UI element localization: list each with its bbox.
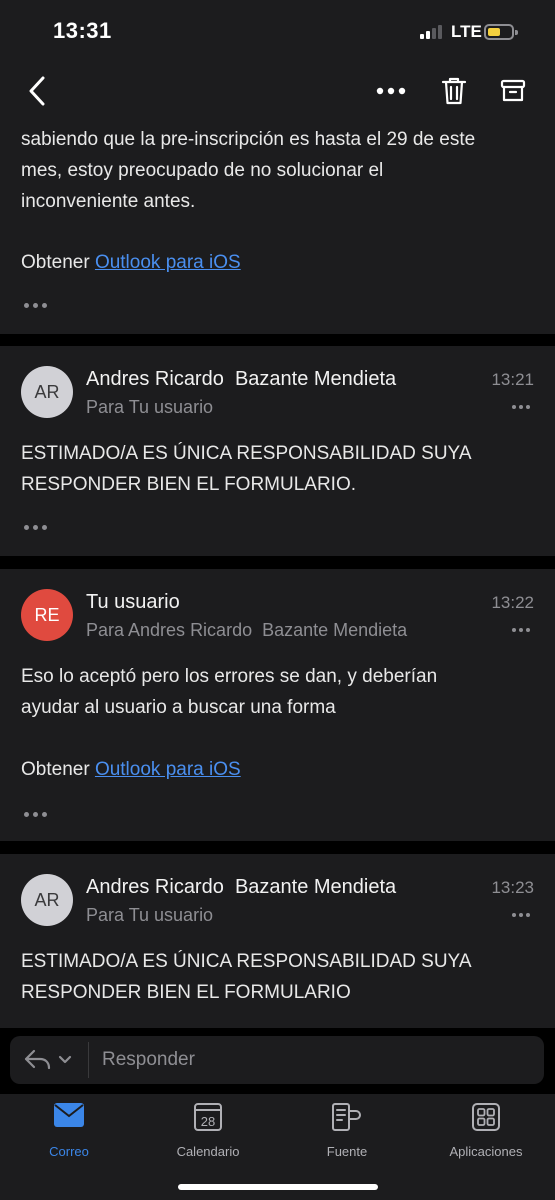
body-line: ESTIMADO/A ES ÚNICA RESPONSABILIDAD SUYA — [21, 443, 472, 464]
body-line: ayudar al usuario a buscar una forma — [21, 697, 336, 718]
mail-toolbar — [0, 62, 555, 120]
message-time: 13:21 — [491, 370, 534, 389]
signature-prefix: Obtener — [21, 759, 95, 780]
body-line: inconveniente antes. — [21, 191, 196, 212]
message-card[interactable]: RE Tu usuario Para Andres Ricardo Bazant… — [0, 569, 555, 841]
outlook-link[interactable]: Outlook para iOS — [95, 759, 241, 780]
show-quoted-button[interactable] — [24, 303, 47, 308]
body-line: mes, estoy preocupado de no solucionar e… — [21, 160, 384, 181]
outlook-link[interactable]: Outlook para iOS — [95, 252, 241, 273]
message-more-button[interactable] — [512, 913, 530, 917]
message-body: sabiendo que la pre-inscripción es hasta… — [21, 124, 475, 217]
show-quoted-button[interactable] — [24, 812, 47, 817]
sender-name: Andres Ricardo Bazante Mendieta — [86, 876, 397, 898]
message-body: ESTIMADO/A ES ÚNICA RESPONSABILIDAD SUYA… — [21, 946, 472, 1008]
reply-bar: Responder — [10, 1036, 544, 1084]
message-body: Eso lo aceptó pero los errores se dan, y… — [21, 661, 437, 723]
body-line: RESPONDER BIEN EL FORMULARIO. — [21, 474, 357, 495]
tab-aplicaciones[interactable]: Aplicaciones — [421, 1100, 551, 1160]
tab-fuente[interactable]: Fuente — [282, 1100, 412, 1160]
more-options-button[interactable] — [367, 62, 415, 120]
archive-button[interactable] — [489, 62, 537, 120]
tab-label: Fuente — [326, 1144, 368, 1159]
signal-icon — [420, 25, 446, 39]
delete-button[interactable] — [430, 62, 478, 120]
status-bar: 13:31 LTE — [0, 0, 555, 62]
message-time: 13:23 — [491, 878, 534, 897]
back-button[interactable] — [13, 62, 61, 120]
divider — [88, 1042, 89, 1078]
battery-icon — [484, 24, 518, 40]
avatar: AR — [21, 874, 73, 926]
ellipsis-icon — [376, 87, 406, 95]
mail-icon — [54, 1103, 84, 1127]
signature-line: Obtener Outlook para iOS — [21, 754, 241, 785]
trash-icon — [441, 77, 467, 105]
home-indicator[interactable] — [178, 1184, 378, 1190]
recipient-line: Para Andres Ricardo Bazante Mendieta — [86, 620, 408, 640]
signature-line: Obtener Outlook para iOS — [21, 247, 241, 278]
avatar: AR — [21, 366, 73, 418]
network-type: LTE — [451, 22, 482, 41]
signature-prefix: Obtener — [21, 252, 95, 273]
message-card[interactable]: AR Andres Ricardo Bazante Mendieta Para … — [0, 346, 555, 556]
reply-icon — [24, 1049, 51, 1070]
tab-correo[interactable]: Correo — [4, 1100, 134, 1160]
recipient-line: Para Tu usuario — [86, 397, 214, 417]
feed-icon — [332, 1103, 361, 1131]
body-line: RESPONDER BIEN EL FORMULARIO — [21, 982, 351, 1003]
message-card[interactable]: sabiendo que la pre-inscripción es hasta… — [0, 120, 555, 334]
chevron-down-icon — [58, 1055, 72, 1064]
status-time: 13:31 — [53, 18, 112, 43]
reply-input[interactable]: Responder — [102, 1049, 195, 1071]
message-more-button[interactable] — [512, 405, 530, 409]
apps-grid-icon — [472, 1103, 500, 1131]
body-line: ESTIMADO/A ES ÚNICA RESPONSABILIDAD SUYA — [21, 951, 472, 972]
show-quoted-button[interactable] — [24, 525, 47, 530]
sender-name: Tu usuario — [86, 591, 180, 613]
message-time: 13:22 — [491, 593, 534, 612]
message-more-button[interactable] — [512, 628, 530, 632]
tab-label: Correo — [49, 1144, 89, 1159]
calendar-day: 28 — [201, 1114, 215, 1129]
tab-label: Calendario — [176, 1144, 240, 1159]
chevron-left-icon — [29, 76, 45, 106]
avatar: RE — [21, 589, 73, 641]
message-body: ESTIMADO/A ES ÚNICA RESPONSABILIDAD SUYA… — [21, 438, 472, 500]
tab-label: Aplicaciones — [449, 1144, 523, 1159]
reply-options-button[interactable] — [24, 1048, 76, 1072]
sender-name: Andres Ricardo Bazante Mendieta — [86, 368, 397, 390]
calendar-icon: 28 — [194, 1103, 222, 1131]
body-line: sabiendo que la pre-inscripción es hasta… — [21, 129, 476, 150]
recipient-line: Para Tu usuario — [86, 905, 214, 925]
message-card[interactable]: AR Andres Ricardo Bazante Mendieta Para … — [0, 854, 555, 1028]
archive-icon — [500, 79, 526, 102]
tab-calendario[interactable]: 28 Calendario — [143, 1100, 273, 1160]
body-line: Eso lo aceptó pero los errores se dan, y… — [21, 666, 438, 687]
